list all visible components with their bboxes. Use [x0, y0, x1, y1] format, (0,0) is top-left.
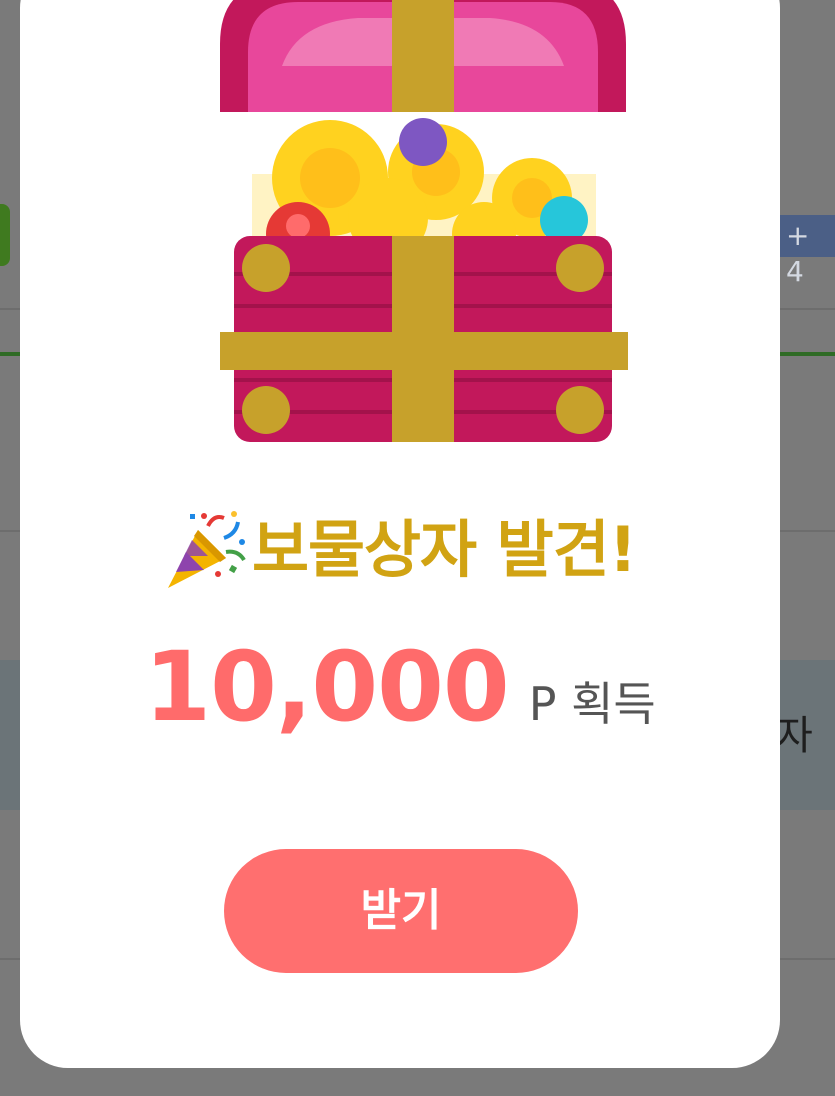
background-chip [0, 204, 10, 266]
app-screen: + 4 자 보물상자 발견! 10,000 P 획득 받기 [0, 0, 835, 1096]
reward-summary: 10,000 P 획득 [20, 632, 780, 752]
background-row-text: 자 [776, 713, 813, 759]
background-badge-text: + 4 [786, 219, 810, 288]
reward-unit-label: P 획득 [528, 677, 656, 731]
dialog-title-text: 보물상자 발견! [251, 513, 637, 586]
reward-amount: 10,000 [144, 631, 509, 743]
party-popper-icon [164, 508, 248, 592]
treasure-chest-icon [218, 0, 630, 444]
dialog-title: 보물상자 발견! [20, 502, 780, 598]
reward-dialog: 보물상자 발견! 10,000 P 획득 받기 [20, 0, 780, 1068]
receive-button[interactable]: 받기 [224, 849, 578, 973]
